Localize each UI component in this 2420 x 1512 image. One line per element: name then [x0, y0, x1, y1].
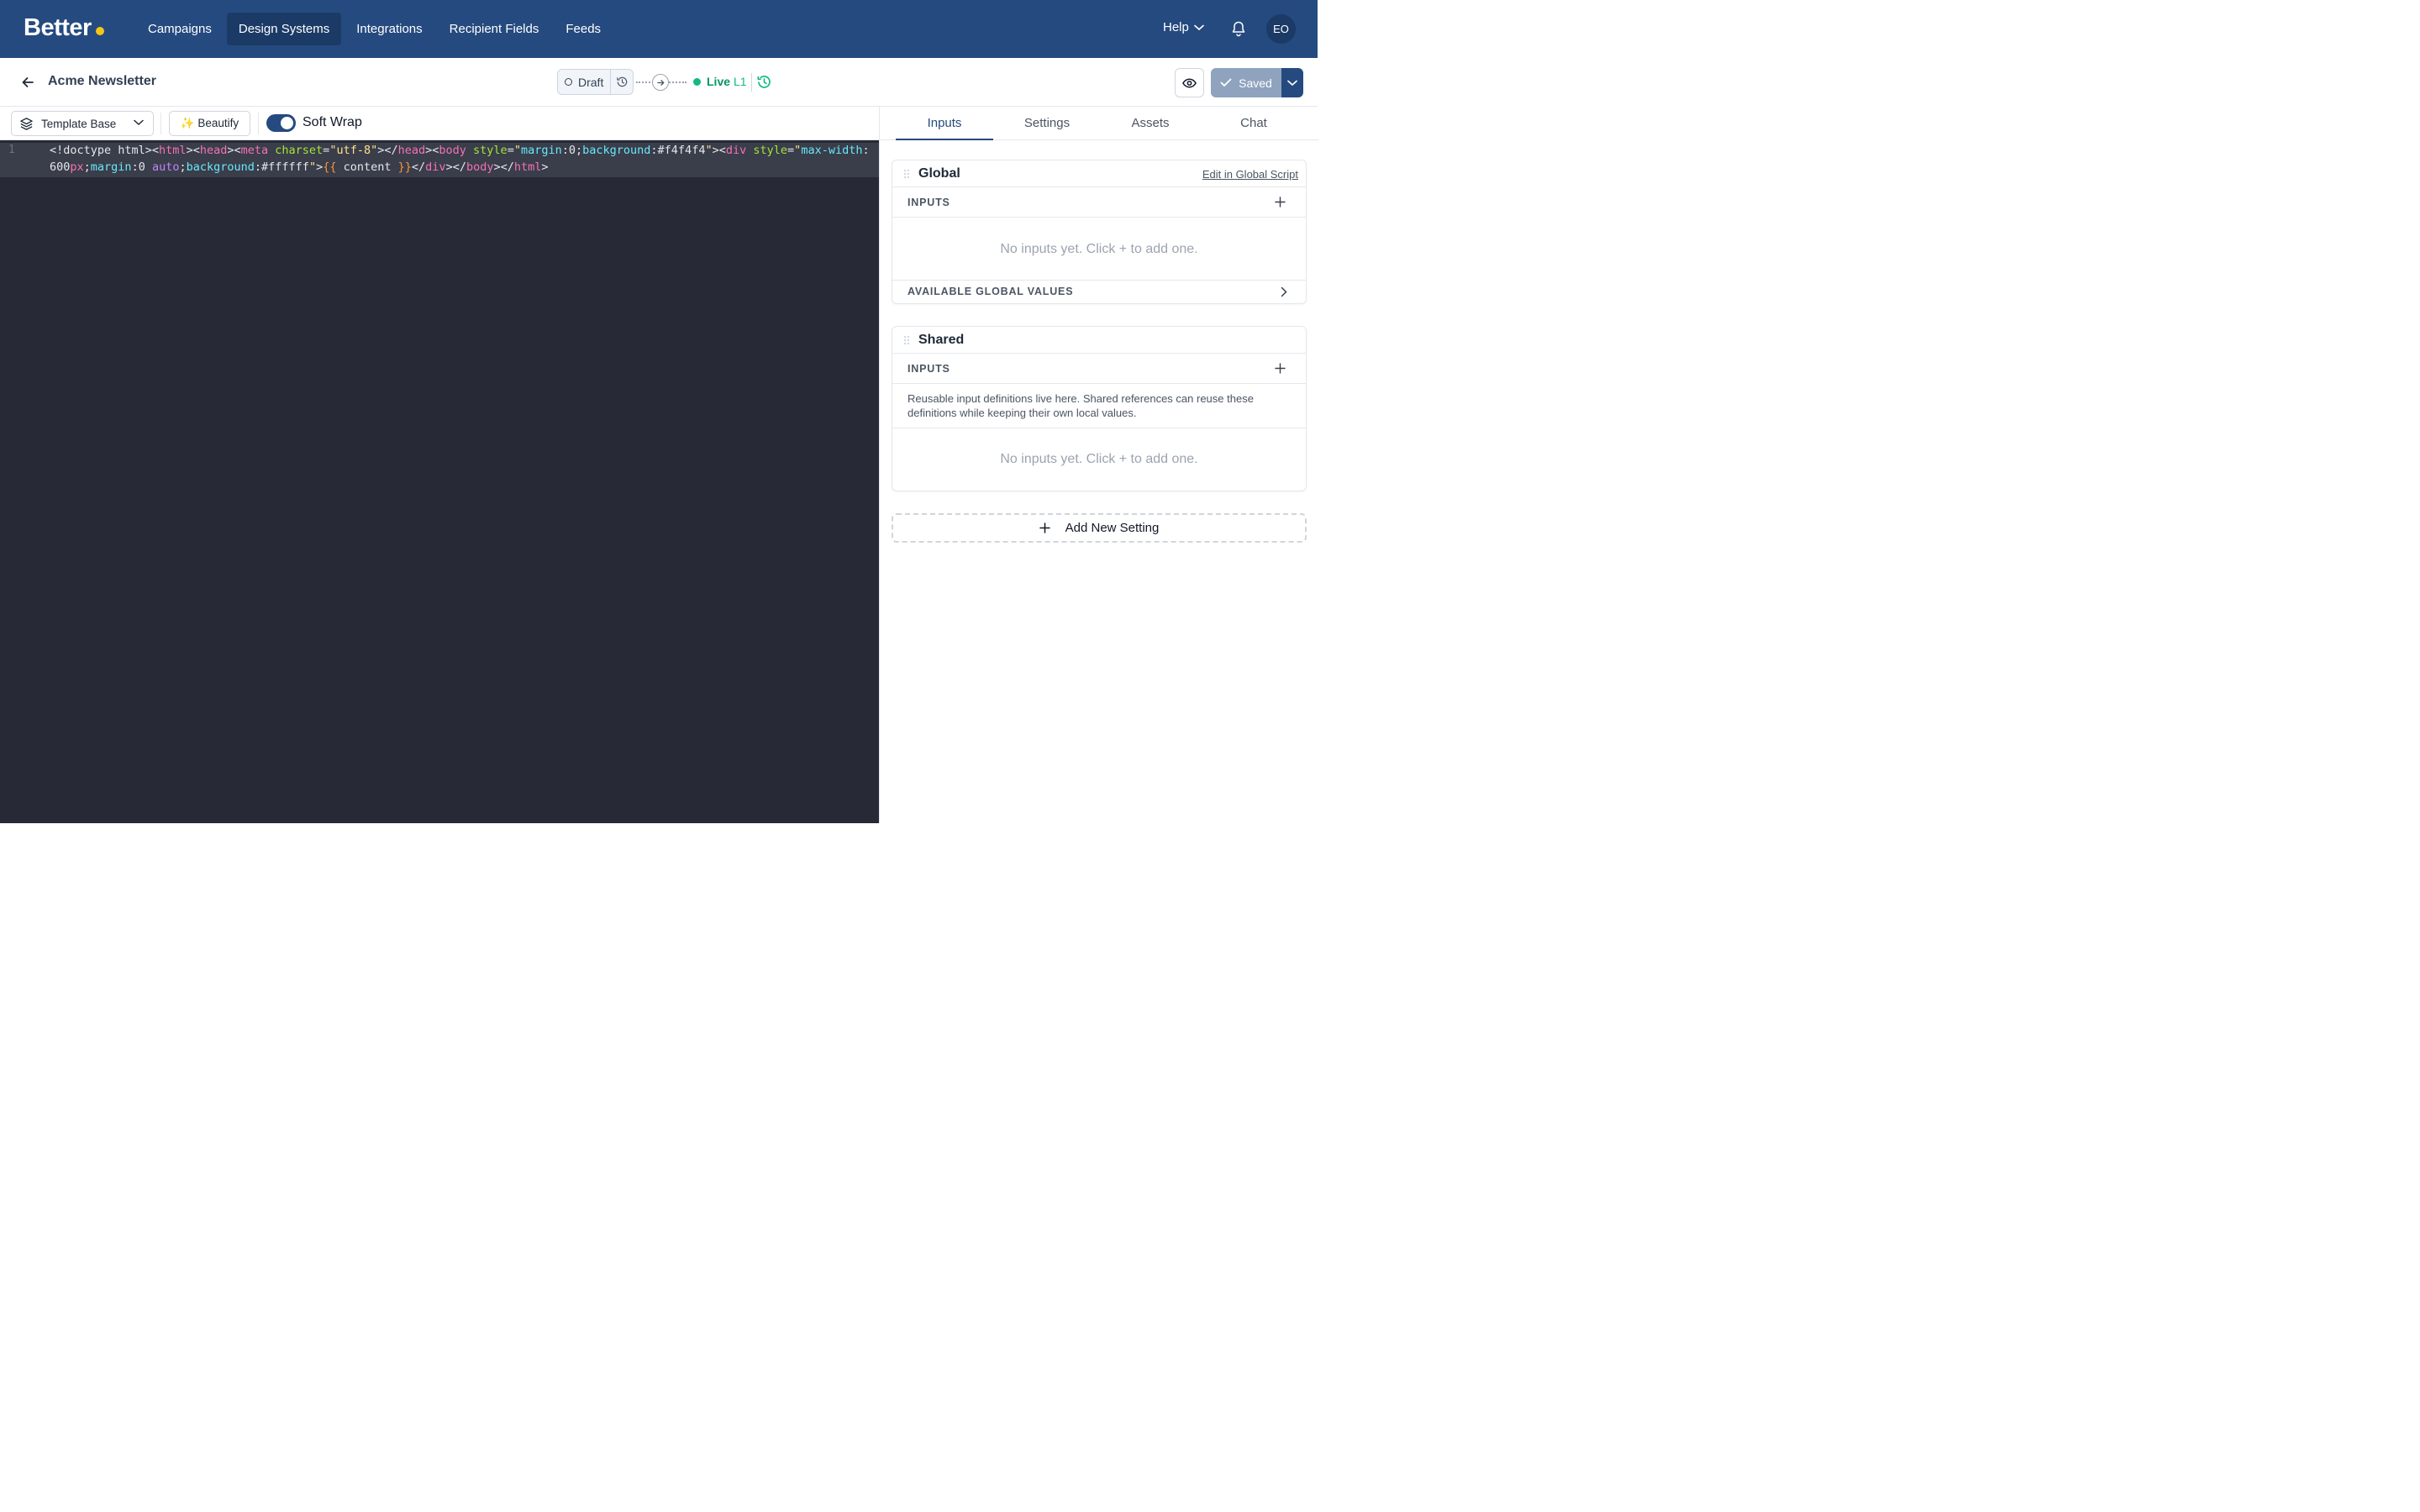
eye-icon: [1182, 78, 1197, 87]
help-menu[interactable]: Help: [1163, 20, 1204, 34]
template-select-value: Template Base: [41, 117, 117, 130]
history-icon: [617, 76, 628, 87]
nav-item-campaigns[interactable]: Campaigns: [136, 13, 224, 45]
draft-status[interactable]: Draft: [558, 70, 612, 94]
arrow-right-icon: [656, 79, 664, 86]
brand-name: Better: [24, 14, 92, 41]
nav-item-design-systems[interactable]: Design Systems: [226, 13, 342, 45]
tab-chat[interactable]: Chat: [1205, 107, 1302, 140]
add-new-setting-label: Add New Setting: [1065, 521, 1160, 535]
nav-item-recipient-fields[interactable]: Recipient Fields: [438, 13, 551, 45]
chevron-down-icon: [1287, 80, 1297, 86]
shared-inputs-header: INPUTS: [892, 354, 1306, 384]
divider: [160, 113, 161, 134]
shared-card-header: Shared: [892, 327, 1306, 354]
plus-icon: [1039, 522, 1050, 533]
edit-global-script-link[interactable]: Edit in Global Script: [1202, 168, 1298, 181]
add-global-input-icon[interactable]: [1275, 197, 1286, 207]
layers-icon: [20, 117, 33, 130]
divider: [258, 113, 259, 134]
shared-inputs-label: INPUTS: [908, 363, 950, 375]
soft-wrap-label: Soft Wrap: [302, 115, 362, 129]
chevron-down-icon: [1194, 24, 1204, 30]
tab-assets[interactable]: Assets: [1102, 107, 1199, 140]
global-card: Global Edit in Global Script INPUTS No i…: [892, 160, 1307, 304]
shared-empty-state: No inputs yet. Click + to add one.: [1000, 452, 1198, 466]
user-avatar[interactable]: EO: [1266, 14, 1296, 44]
main-nav: Campaigns Design Systems Integrations Re…: [136, 13, 613, 45]
available-global-values-label: AVAILABLE GLOBAL VALUES: [908, 286, 1074, 297]
live-dot: [693, 77, 701, 86]
right-panel: Inputs Settings Assets Chat Global Edit …: [879, 107, 1318, 823]
global-card-header: Global Edit in Global Script: [892, 160, 1306, 187]
global-title: Global: [918, 166, 960, 181]
check-icon: [1220, 78, 1232, 87]
available-global-values[interactable]: AVAILABLE GLOBAL VALUES: [892, 281, 1306, 303]
save-options-dropdown[interactable]: [1281, 68, 1303, 97]
add-shared-input-icon[interactable]: [1275, 363, 1286, 374]
beautify-button[interactable]: ✨ Beautify: [169, 111, 250, 136]
top-navigation: Better Campaigns Design Systems Integrat…: [0, 0, 1318, 58]
editor-toolbar: Template Base ✨ Beautify Soft Wrap: [0, 107, 879, 140]
shared-description: Reusable input definitions live here. Sh…: [892, 384, 1306, 428]
bell-icon[interactable]: [1230, 20, 1247, 37]
soft-wrap-toggle[interactable]: [266, 114, 296, 132]
saved-label: Saved: [1239, 76, 1272, 90]
chevron-down-icon: [134, 119, 144, 126]
draft-history-button[interactable]: [611, 70, 633, 94]
nav-item-integrations[interactable]: Integrations: [345, 13, 434, 45]
drag-handle-icon[interactable]: [903, 335, 910, 345]
tab-inputs[interactable]: Inputs: [896, 107, 993, 140]
document-bar: Acme Newsletter Draft Live L1 Saved: [0, 58, 1318, 107]
chevron-right-icon: [1281, 286, 1287, 297]
divider: [751, 73, 752, 92]
brand-logo[interactable]: Better: [24, 14, 104, 42]
panel-tabs: Inputs Settings Assets Chat: [880, 107, 1318, 140]
line-number: 1: [8, 144, 15, 156]
brand-dot: [95, 27, 104, 35]
live-status[interactable]: Live L1: [693, 75, 747, 88]
back-arrow-icon[interactable]: [20, 75, 35, 90]
document-title: Acme Newsletter: [48, 74, 156, 88]
shared-title: Shared: [918, 333, 965, 347]
draft-status-pill[interactable]: Draft: [557, 69, 634, 95]
tab-settings[interactable]: Settings: [998, 107, 1096, 140]
global-inputs-header: INPUTS: [892, 187, 1306, 218]
global-empty-state: No inputs yet. Click + to add one.: [892, 218, 1306, 281]
template-select[interactable]: Template Base: [11, 111, 154, 136]
live-history-icon[interactable]: [756, 74, 772, 90]
help-label: Help: [1163, 20, 1189, 34]
saved-button[interactable]: Saved: [1211, 68, 1281, 97]
nav-item-feeds[interactable]: Feeds: [554, 13, 613, 45]
code-content[interactable]: <!doctype html><html><head><meta charset…: [50, 143, 873, 176]
toggle-knob: [281, 117, 293, 129]
draft-label: Draft: [578, 75, 604, 89]
shared-card: Shared INPUTS Reusable input definitions…: [892, 326, 1307, 491]
live-version: L1: [734, 75, 747, 88]
code-editor[interactable]: 1 <!doctype html><html><head><meta chars…: [0, 140, 879, 823]
drag-handle-icon[interactable]: [903, 169, 910, 179]
preview-button[interactable]: [1175, 68, 1204, 97]
live-label: Live: [707, 75, 731, 88]
publish-arrow-button[interactable]: [652, 74, 669, 91]
add-new-setting-button[interactable]: Add New Setting: [892, 513, 1307, 543]
global-inputs-label: INPUTS: [908, 197, 950, 208]
draft-ring-icon: [565, 78, 572, 86]
